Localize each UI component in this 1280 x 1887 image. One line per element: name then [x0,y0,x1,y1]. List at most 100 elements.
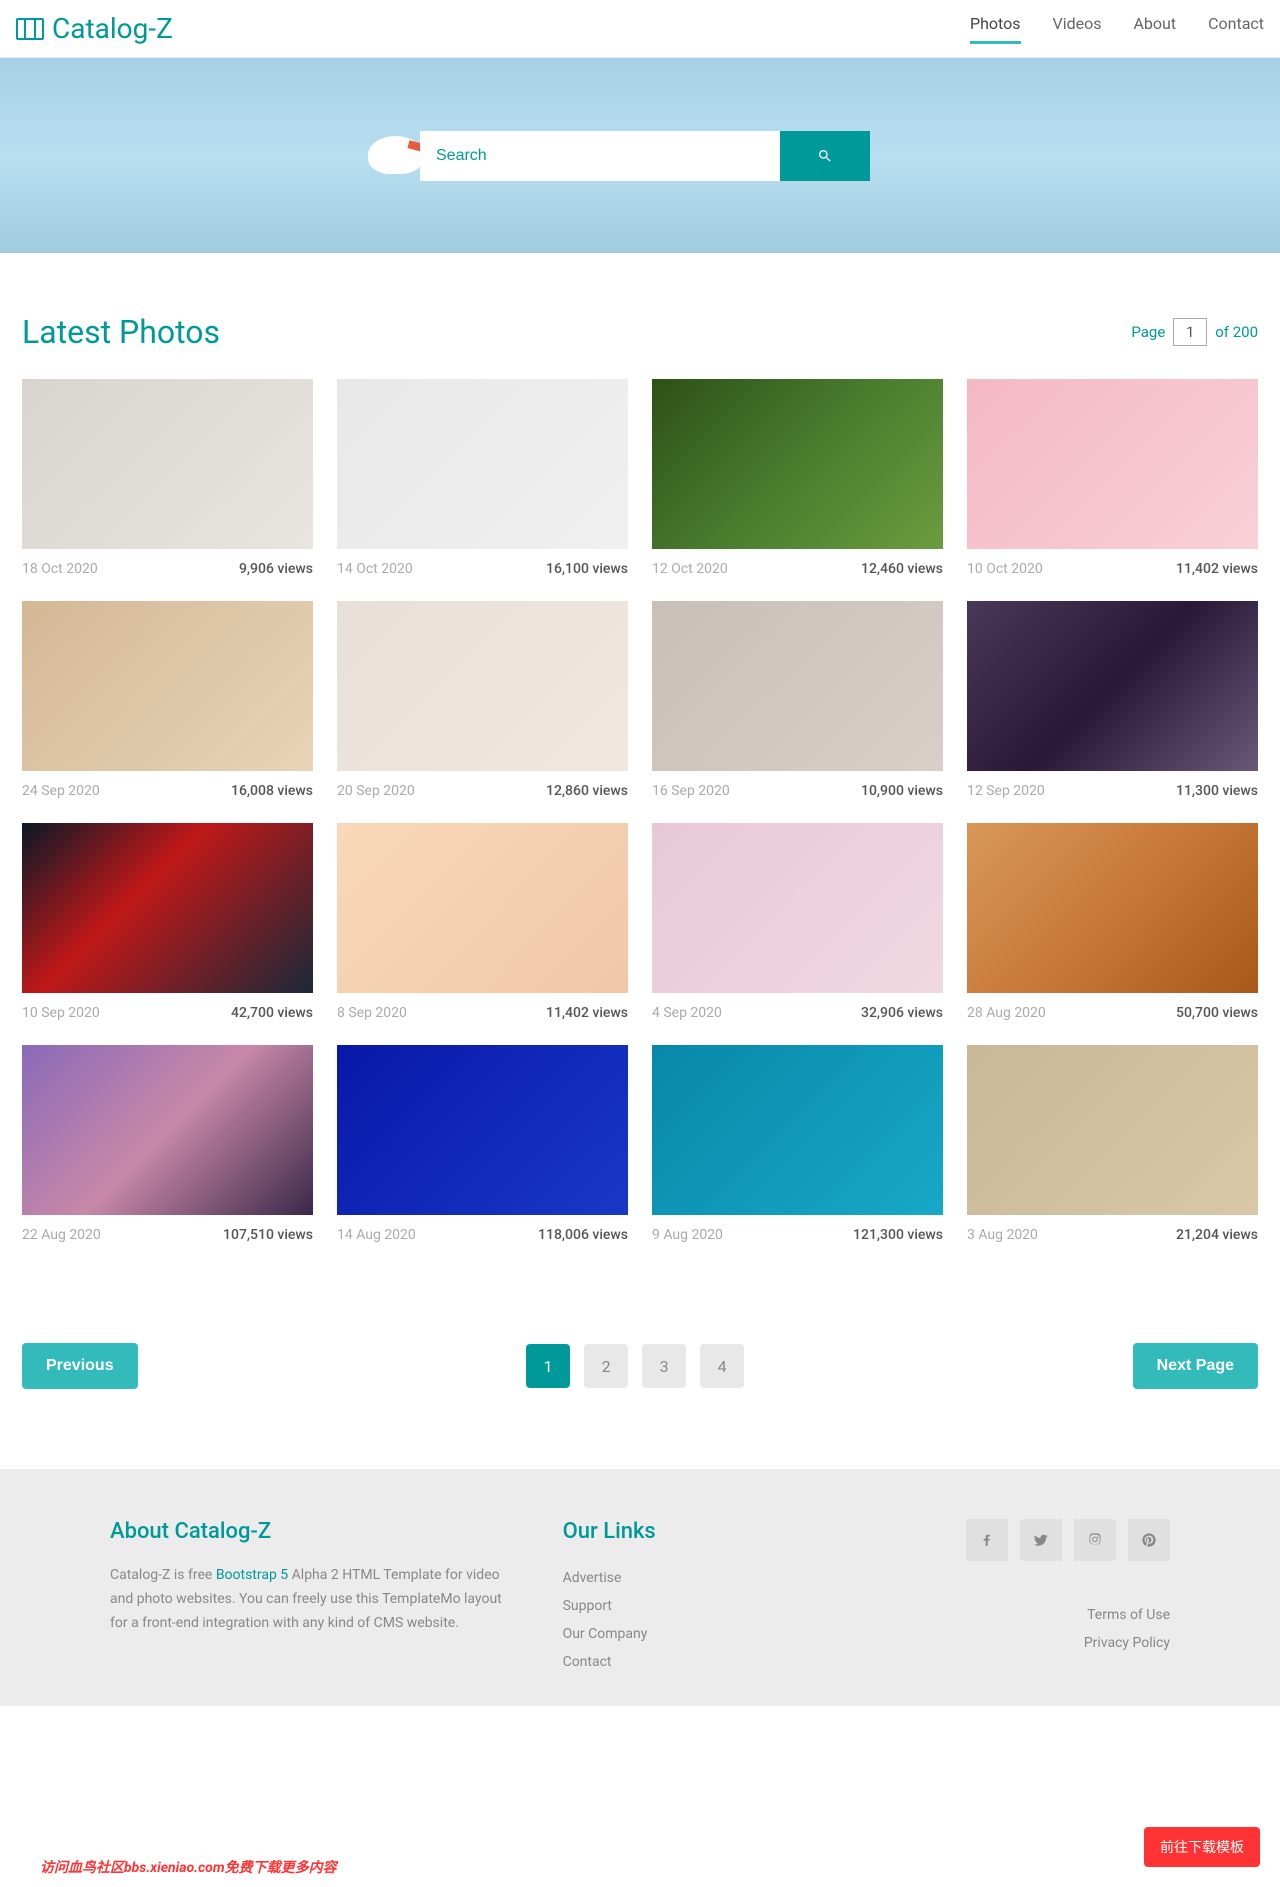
photo-views: 10,900 views [861,783,943,799]
photo-thumbnail[interactable] [967,601,1258,771]
photo-views: 21,204 views [1176,1227,1258,1243]
photo-date: 12 Sep 2020 [967,783,1045,799]
legal-link-privacy-policy[interactable]: Privacy Policy [1084,1635,1170,1651]
instagram-icon [1087,1532,1103,1548]
photo-thumbnail[interactable] [652,1045,943,1215]
nav-about[interactable]: About [1133,14,1176,44]
photo-date: 16 Sep 2020 [652,783,730,799]
photo-thumbnail[interactable] [967,1045,1258,1215]
photo-meta: 16 Sep 2020 10,900 views [652,783,943,799]
download-template-button[interactable]: 前往下载模板 [1144,1827,1260,1867]
photo-card: 28 Aug 2020 50,700 views [967,823,1258,1021]
nav-videos[interactable]: Videos [1053,14,1102,44]
footer-link-our-company[interactable]: Our Company [563,1620,811,1648]
photo-meta: 12 Sep 2020 11,300 views [967,783,1258,799]
photo-card: 10 Oct 2020 11,402 views [967,379,1258,577]
photo-date: 22 Aug 2020 [22,1227,101,1243]
photo-views: 11,402 views [1176,561,1258,577]
photo-views: 50,700 views [1176,1005,1258,1021]
photo-date: 10 Sep 2020 [22,1005,100,1021]
page-current: 1 [1173,318,1207,346]
photo-card: 12 Sep 2020 11,300 views [967,601,1258,799]
photo-thumbnail[interactable] [967,379,1258,549]
footer-about: About Catalog-Z Catalog-Z is free Bootst… [110,1519,513,1676]
photo-views: 16,008 views [231,783,313,799]
photo-views: 32,906 views [861,1005,943,1021]
photo-date: 4 Sep 2020 [652,1005,722,1021]
photo-meta: 10 Oct 2020 11,402 views [967,561,1258,577]
search-button[interactable] [780,131,870,181]
prev-button[interactable]: Previous [22,1343,138,1389]
search-input[interactable] [420,131,780,181]
main-content: Latest Photos Page 1 of 200 18 Oct 2020 … [10,313,1270,1389]
photo-thumbnail[interactable] [337,823,628,993]
facebook-button[interactable] [966,1519,1008,1561]
photo-date: 3 Aug 2020 [967,1227,1038,1243]
photo-date: 24 Sep 2020 [22,783,100,799]
photo-views: 12,860 views [546,783,628,799]
social-buttons [860,1519,1170,1561]
next-button[interactable]: Next Page [1133,1343,1258,1389]
page-number-1[interactable]: 1 [526,1344,570,1388]
footer-legal: Terms of Use Privacy Policy [860,1601,1170,1657]
photo-thumbnail[interactable] [22,379,313,549]
instagram-button[interactable] [1074,1519,1116,1561]
photo-views: 9,906 views [239,561,313,577]
footer-link-support[interactable]: Support [563,1592,811,1620]
photo-thumbnail[interactable] [967,823,1258,993]
photo-thumbnail[interactable] [337,379,628,549]
photo-thumbnail[interactable] [22,823,313,993]
photo-card: 10 Sep 2020 42,700 views [22,823,313,1021]
photo-card: 3 Aug 2020 21,204 views [967,1045,1258,1243]
pinterest-button[interactable] [1128,1519,1170,1561]
photo-views: 42,700 views [231,1005,313,1021]
footer-links: Our Links AdvertiseSupportOur CompanyCon… [563,1519,811,1676]
photo-date: 20 Sep 2020 [337,783,415,799]
photo-thumbnail[interactable] [22,601,313,771]
page-of: of 200 [1215,323,1258,341]
photo-views: 107,510 views [223,1227,313,1243]
photo-card: 12 Oct 2020 12,460 views [652,379,943,577]
footer-link-advertise[interactable]: Advertise [563,1564,811,1592]
photo-meta: 3 Aug 2020 21,204 views [967,1227,1258,1243]
watermark-text: 访问血鸟社区bbs.xieniao.com免费下载更多内容 [40,1857,337,1877]
photo-meta: 14 Aug 2020 118,006 views [337,1227,628,1243]
photo-thumbnail[interactable] [22,1045,313,1215]
photo-card: 24 Sep 2020 16,008 views [22,601,313,799]
photo-thumbnail[interactable] [337,601,628,771]
photo-thumbnail[interactable] [652,823,943,993]
photo-card: 20 Sep 2020 12,860 views [337,601,628,799]
bootstrap-link[interactable]: Bootstrap 5 [216,1567,288,1583]
page-number-3[interactable]: 3 [642,1344,686,1388]
photo-card: 8 Sep 2020 11,402 views [337,823,628,1021]
photo-thumbnail[interactable] [652,601,943,771]
nav-contact[interactable]: Contact [1208,14,1264,44]
photo-card: 16 Sep 2020 10,900 views [652,601,943,799]
page-label: Page [1131,323,1165,341]
twitter-button[interactable] [1020,1519,1062,1561]
footer-link-contact[interactable]: Contact [563,1648,811,1676]
photo-date: 12 Oct 2020 [652,561,728,577]
photo-date: 10 Oct 2020 [967,561,1043,577]
header: Catalog-Z Photos Videos About Contact [0,0,1280,58]
logo[interactable]: Catalog-Z [16,12,173,45]
nav-photos[interactable]: Photos [970,14,1021,44]
photo-views: 11,300 views [1176,783,1258,799]
photo-card: 14 Oct 2020 16,100 views [337,379,628,577]
photo-meta: 9 Aug 2020 121,300 views [652,1227,943,1243]
pinterest-icon [1141,1532,1157,1548]
footer-about-text: Catalog-Z is free Bootstrap 5 Alpha 2 HT… [110,1564,513,1635]
legal-link-terms-of-use[interactable]: Terms of Use [1087,1607,1170,1623]
page-number-2[interactable]: 2 [584,1344,628,1388]
hero-banner [0,58,1280,253]
search-icon [817,148,833,164]
page-number-4[interactable]: 4 [700,1344,744,1388]
section-header: Latest Photos Page 1 of 200 [22,313,1258,351]
photo-meta: 10 Sep 2020 42,700 views [22,1005,313,1021]
photo-meta: 4 Sep 2020 32,906 views [652,1005,943,1021]
site-name: Catalog-Z [52,12,173,45]
photo-meta: 20 Sep 2020 12,860 views [337,783,628,799]
photo-thumbnail[interactable] [337,1045,628,1215]
photo-thumbnail[interactable] [652,379,943,549]
photo-grid: 18 Oct 2020 9,906 views 14 Oct 2020 16,1… [22,379,1258,1243]
